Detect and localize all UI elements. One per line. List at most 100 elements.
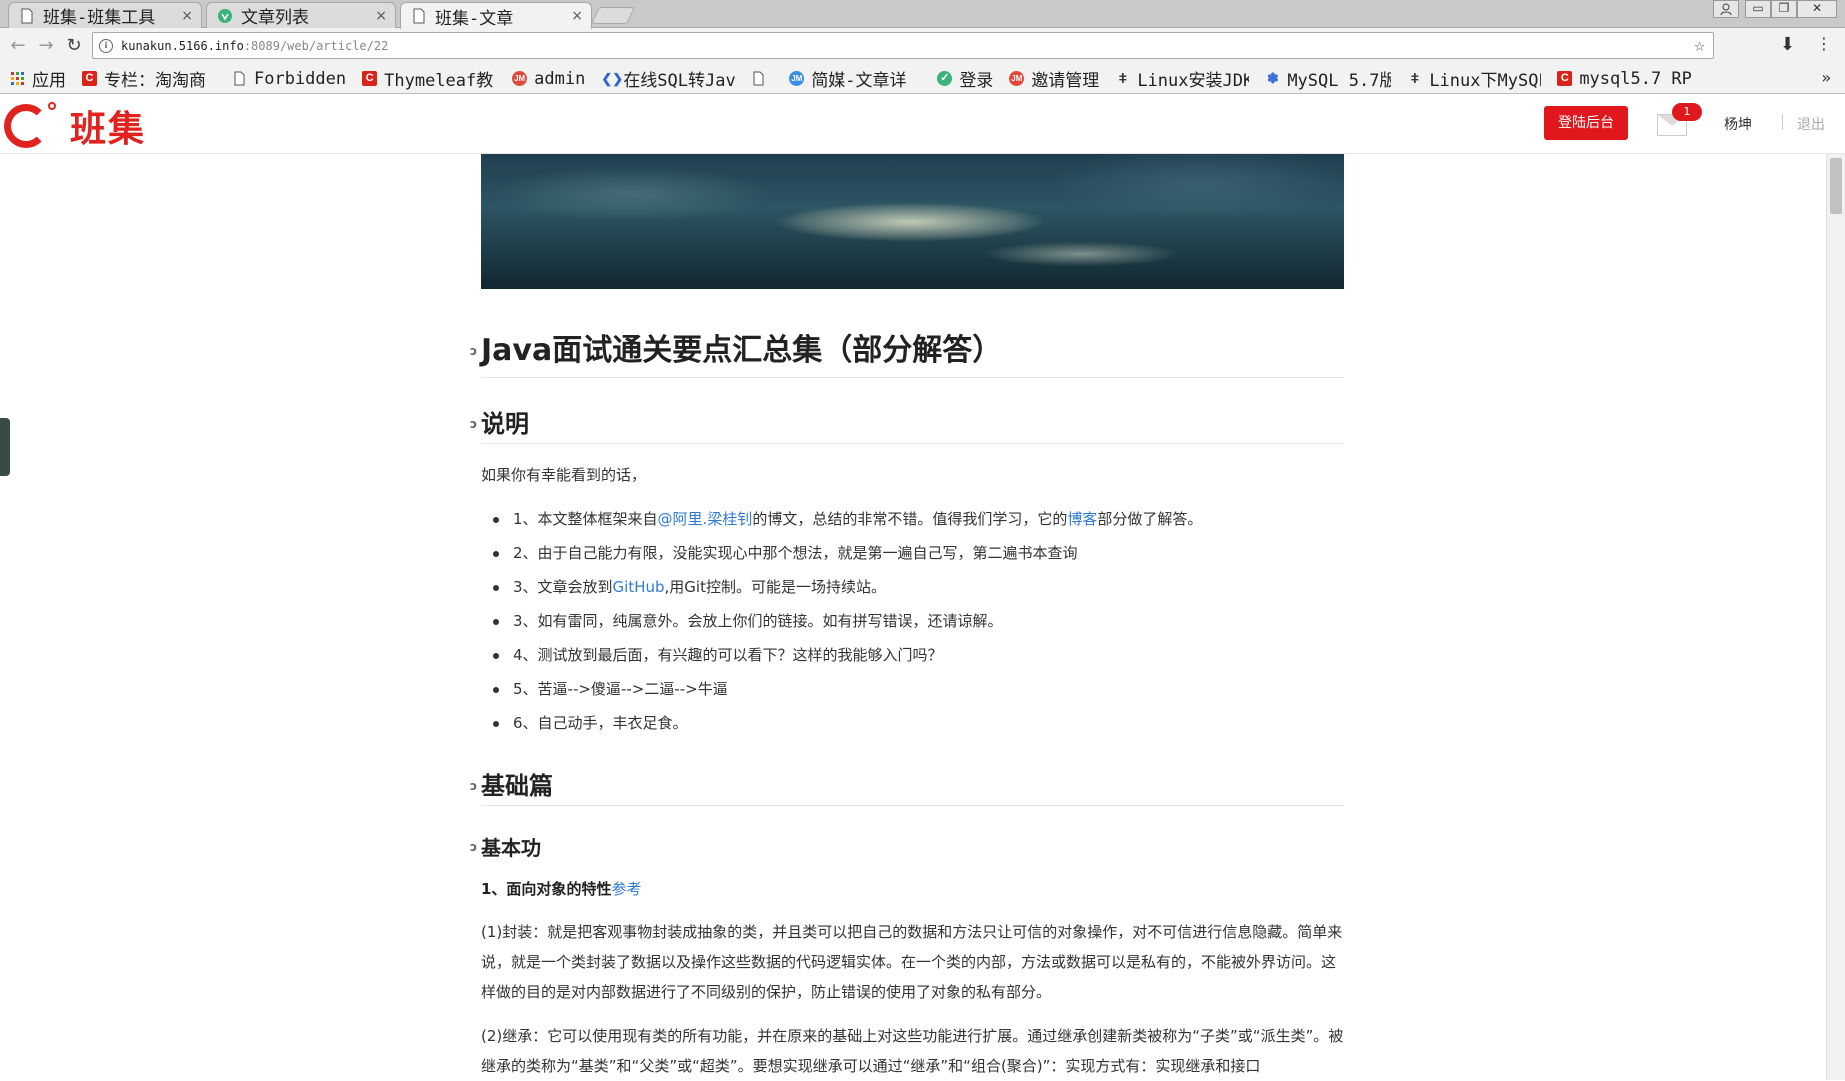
tab-banji-tools[interactable]: 班集-班集工具 × bbox=[8, 2, 202, 28]
bookmark-label: Thymeleaf教 bbox=[384, 71, 494, 91]
side-drawer-handle[interactable] bbox=[0, 418, 10, 476]
scrollbar-thumb[interactable] bbox=[1830, 158, 1842, 214]
vue-icon bbox=[217, 8, 233, 24]
page-scrollbar[interactable] bbox=[1826, 154, 1845, 1080]
tab-article-list[interactable]: 文章列表 × bbox=[206, 2, 396, 28]
heading-text: 基础篇 bbox=[481, 772, 553, 800]
csdn-icon: C bbox=[362, 71, 378, 86]
heading-text: 说明 bbox=[481, 410, 529, 438]
list-item: 2、由于自己能力有限，没能实现心中那个想法，就是第一遍自己写，第二遍书本查询 bbox=[493, 536, 1344, 570]
tab-label: 文章列表 bbox=[241, 8, 309, 28]
restore-icon[interactable]: ❐ bbox=[1771, 0, 1797, 18]
a-icon: ǂ bbox=[1118, 70, 1127, 86]
heading-basic-skill: ↄ 基本功 bbox=[470, 832, 1344, 861]
author-link[interactable]: @阿里.梁桂钊 bbox=[658, 510, 753, 528]
address-bar[interactable]: i kunakun.5166.info :8089/web/article/22… bbox=[92, 32, 1714, 59]
minimize-icon[interactable]: ▭ bbox=[1745, 0, 1771, 18]
close-icon[interactable]: × bbox=[571, 8, 583, 24]
anchor-icon[interactable]: ↄ bbox=[470, 779, 477, 793]
anchor-icon[interactable]: ↄ bbox=[470, 417, 477, 431]
bookmark-label: 邀请管理 bbox=[1031, 71, 1100, 91]
bookmark-forbidden[interactable]: Forbidden bbox=[232, 69, 346, 89]
close-icon[interactable]: × bbox=[181, 8, 193, 24]
text: 部分做了解答。 bbox=[1097, 510, 1203, 528]
site-logo[interactable]: 班集 bbox=[4, 100, 146, 152]
text: 的博文，总结的非常不错。值得我们学习，它的 bbox=[752, 510, 1068, 528]
bookmark-label: Linux安装JDK bbox=[1137, 71, 1250, 91]
csdn-icon: C bbox=[1557, 71, 1573, 86]
text: 3、如有雷同，纯属意外。会放上你们的链接。如有拼写错误，还请谅解。 bbox=[513, 612, 1003, 630]
heading-basic: ↄ 基础篇 bbox=[470, 766, 1344, 806]
username-link[interactable]: 杨坤 bbox=[1724, 114, 1752, 134]
github-link[interactable]: GitHub bbox=[613, 578, 665, 596]
bookmark-label: MySQL 5.7版本 bbox=[1287, 71, 1391, 91]
paw-icon: ✽ bbox=[1266, 70, 1279, 86]
list-item: 1、本文整体框架来自@阿里.梁桂钊的博文，总结的非常不错。值得我们学习，它的博客… bbox=[493, 502, 1344, 536]
logo-text: 班集 bbox=[70, 108, 147, 150]
tab-label: 班集-班集工具 bbox=[43, 8, 156, 28]
bookmark-label: Forbidden bbox=[254, 68, 347, 89]
text: 1、面向对象的特性 bbox=[481, 880, 612, 898]
bookmark-mysql-57[interactable]: ✽ MySQL 5.7版本 bbox=[1265, 66, 1391, 92]
close-window-icon[interactable]: ✕ bbox=[1797, 0, 1837, 18]
anchor-icon[interactable]: ↄ bbox=[470, 344, 477, 358]
list-item: 3、如有雷同，纯属意外。会放上你们的链接。如有拼写错误，还请谅解。 bbox=[493, 604, 1344, 638]
bookmark-label: 在线SQL转Jav bbox=[623, 71, 736, 91]
tab-banji-article[interactable]: 班集-文章 × bbox=[400, 2, 592, 29]
tab-strip: 班集-班集工具 × 文章列表 × 班集-文章 × ▭ ❐ ✕ bbox=[0, 0, 1845, 29]
bookmark-label: 登录 bbox=[959, 71, 994, 91]
bookmark-linux-mysql[interactable]: ǂ Linux下MySQL bbox=[1407, 66, 1542, 92]
text: 5、苦逼-->傻逼-->二逼-->牛逼 bbox=[513, 680, 728, 698]
info-icon[interactable]: i bbox=[99, 38, 113, 53]
bookmark-label: 简媒-文章详 bbox=[811, 71, 907, 91]
bookmarks-bar: 应用 C 专栏：淘淘商 Forbidden C Thymeleaf教 JM ad… bbox=[0, 64, 1845, 94]
logout-link[interactable]: 退出 bbox=[1797, 114, 1825, 134]
paragraph-encapsulation: (1)封装：就是把客观事物封装成抽象的类，并且类可以把自己的数据和方法只让可信的… bbox=[481, 923, 1343, 1001]
heading-intro: ↄ 说明 bbox=[470, 404, 1344, 444]
chevron-more-icon[interactable]: » bbox=[1821, 68, 1831, 87]
blog-link[interactable]: 博客 bbox=[1067, 510, 1097, 528]
bookmark-sql-java[interactable]: ❮❯ 在线SQL转Jav bbox=[601, 66, 735, 91]
new-tab-button[interactable] bbox=[591, 7, 635, 24]
login-admin-button[interactable]: 登陆后台 bbox=[1544, 106, 1628, 140]
page-icon bbox=[411, 8, 427, 24]
bookmark-login[interactable]: ✓ 登录 bbox=[937, 66, 993, 91]
heading-text: 基本功 bbox=[481, 836, 541, 860]
close-icon[interactable]: × bbox=[375, 8, 387, 24]
page-icon bbox=[19, 8, 35, 24]
logo-dot-icon bbox=[48, 102, 56, 110]
bookmark-label: 专栏：淘淘商 bbox=[104, 71, 206, 91]
bookmark-mysql-rpm[interactable]: C mysql5.7 RPM bbox=[1557, 69, 1691, 89]
back-icon[interactable]: ← bbox=[6, 34, 30, 58]
menu-icon[interactable]: ⋮ bbox=[1816, 34, 1832, 53]
reference-link[interactable]: 参考 bbox=[611, 880, 641, 898]
article-content: ↄ Java面试通关要点汇总集（部分解答） ↄ 说明 如果你有幸能看到的话， 1… bbox=[470, 154, 1344, 1081]
bookmark-admin[interactable]: JM admin bbox=[512, 69, 585, 89]
user-icon[interactable] bbox=[1713, 0, 1739, 18]
divider bbox=[1782, 114, 1783, 130]
bookmark-label: Linux下MySQL bbox=[1429, 71, 1542, 91]
bookmark-thymeleaf[interactable]: C Thymeleaf教 bbox=[362, 66, 496, 91]
star-icon[interactable]: ☆ bbox=[1694, 35, 1705, 56]
text: 6、自己动手，丰衣足食。 bbox=[513, 714, 688, 732]
bookmark-invites[interactable]: JM 邀请管理 bbox=[1009, 66, 1099, 91]
intro-text: 如果你有幸能看到的话， bbox=[481, 466, 647, 484]
text: 4、测试放到最后面，有兴趣的可以看下？这样的我能够入门吗？ bbox=[513, 646, 943, 664]
apps-icon bbox=[10, 71, 25, 86]
text: ,用Git控制。可能是一场持续站。 bbox=[664, 578, 886, 596]
bookmark-linux-jdk[interactable]: ǂ Linux安装JDK bbox=[1115, 66, 1250, 92]
text: 2、由于自己能力有限，没能实现心中那个想法，就是第一遍自己写，第二遍书本查询 bbox=[513, 544, 1078, 562]
paragraph-inheritance: (2)继承：它可以使用现有类的所有功能，并在原来的基础上对这些功能进行扩展。通过… bbox=[481, 1027, 1344, 1075]
download-icon[interactable]: ⬇ bbox=[1780, 34, 1795, 55]
bookmark-apps[interactable]: 应用 bbox=[10, 66, 66, 91]
bookmark-jianmei[interactable]: JM 简媒-文章详 bbox=[789, 66, 921, 91]
bookmark-blank[interactable] bbox=[751, 71, 773, 86]
article-title-text: Java面试通关要点汇总集（部分解答） bbox=[481, 333, 1003, 368]
jm-icon: JM bbox=[512, 71, 528, 86]
bookmark-taotao[interactable]: C 专栏：淘淘商 bbox=[82, 66, 216, 91]
forward-icon[interactable]: → bbox=[34, 34, 58, 58]
jm-blue-icon: JM bbox=[789, 71, 805, 86]
logo-c-icon bbox=[4, 104, 48, 148]
anchor-icon[interactable]: ↄ bbox=[470, 840, 477, 854]
reload-icon[interactable]: ↻ bbox=[62, 34, 86, 58]
